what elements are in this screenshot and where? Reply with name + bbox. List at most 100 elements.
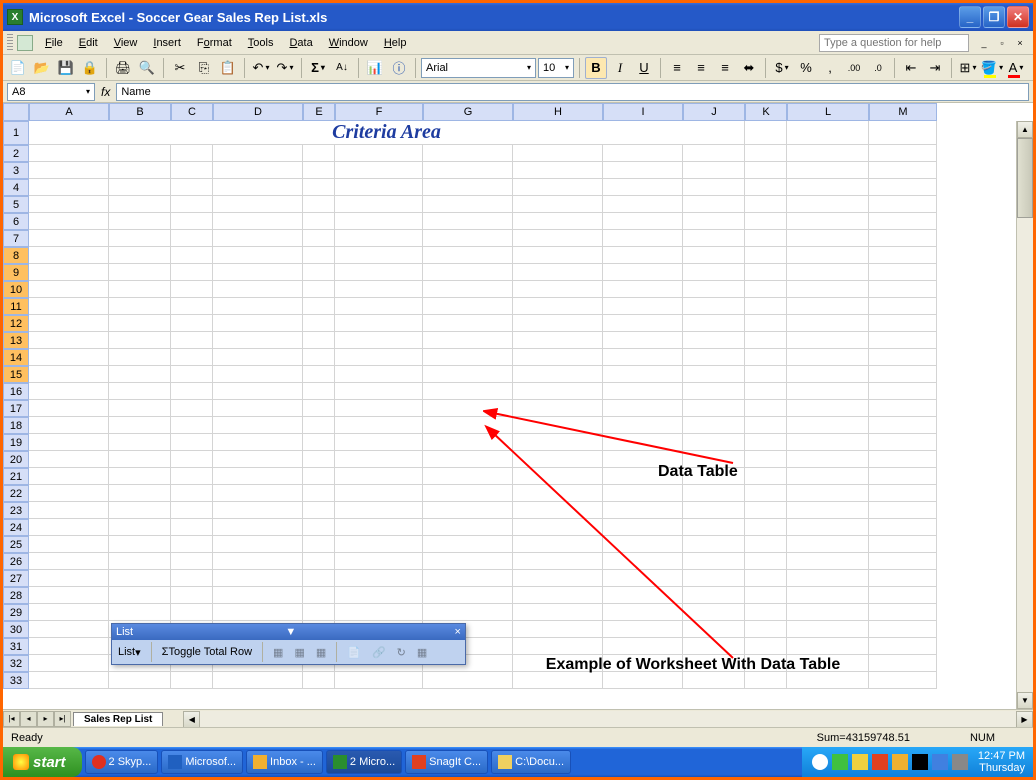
windows-taskbar: start 2 Skyp... Microsof... Inbox - ... … <box>3 747 1033 777</box>
toolbar-grip[interactable] <box>7 34 13 52</box>
permission-button[interactable]: 🔒 <box>79 57 101 79</box>
menu-help[interactable]: Help <box>376 34 415 52</box>
list-btn5: 🔗 <box>368 644 390 661</box>
scroll-down-button[interactable]: ▼ <box>1017 692 1033 709</box>
status-num: NUM <box>970 732 995 744</box>
tray-icon[interactable] <box>872 754 888 770</box>
list-menu-button[interactable]: List ▾ <box>114 644 145 661</box>
fill-color-button[interactable]: 🪣▾ <box>981 57 1003 79</box>
font-size-selector[interactable]: 10▾ <box>538 58 574 78</box>
undo-button[interactable]: ↶▾ <box>250 57 272 79</box>
menu-insert[interactable]: Insert <box>145 34 189 52</box>
taskbar-item[interactable]: C:\Docu... <box>491 750 571 774</box>
print-button[interactable]: 🖨 <box>112 57 134 79</box>
menu-view[interactable]: View <box>106 34 146 52</box>
align-right-button[interactable]: ≡ <box>714 57 736 79</box>
autosum-button[interactable]: Σ▾ <box>307 57 329 79</box>
close-button[interactable]: ✕ <box>1007 6 1029 28</box>
tab-first-button[interactable]: |◂ <box>3 711 20 727</box>
chart-button[interactable]: 📊 <box>364 57 386 79</box>
system-tray[interactable]: 12:47 PMThursday <box>802 747 1033 777</box>
sheet-tab[interactable]: Sales Rep List <box>73 712 163 726</box>
copy-button[interactable]: ⎘ <box>193 57 215 79</box>
tray-icon[interactable] <box>912 754 928 770</box>
doc-close-button[interactable]: × <box>1012 36 1028 50</box>
minimize-button[interactable]: _ <box>959 6 981 28</box>
restore-button[interactable]: ❐ <box>983 6 1005 28</box>
menu-data[interactable]: Data <box>281 34 320 52</box>
help-search-input[interactable] <box>819 34 969 52</box>
scroll-left-button[interactable]: ◀ <box>183 711 200 728</box>
doc-minimize-button[interactable]: _ <box>976 36 992 50</box>
list-toolbar-title: List <box>116 626 133 638</box>
open-button[interactable]: 📂 <box>31 57 53 79</box>
scroll-thumb[interactable] <box>1017 138 1033 218</box>
borders-button[interactable]: ⊞▾ <box>957 57 979 79</box>
toggle-total-row-button[interactable]: Σ Toggle Total Row <box>158 644 256 660</box>
tray-icon[interactable] <box>812 754 828 770</box>
font-color-button[interactable]: A▾ <box>1005 57 1027 79</box>
list-btn2: ▦ <box>290 644 308 661</box>
menu-edit[interactable]: Edit <box>71 34 106 52</box>
tab-last-button[interactable]: ▸| <box>54 711 71 727</box>
sort-asc-button[interactable]: A↓ <box>331 57 353 79</box>
save-icon[interactable] <box>17 35 33 51</box>
percent-button[interactable]: % <box>795 57 817 79</box>
taskbar-item[interactable]: Inbox - ... <box>246 750 323 774</box>
list-toolbar-close[interactable]: × <box>455 626 461 638</box>
decrease-indent-button[interactable]: ⇤ <box>900 57 922 79</box>
start-button[interactable]: start <box>3 747 82 777</box>
menu-format[interactable]: Format <box>189 34 240 52</box>
spreadsheet-grid[interactable]: ABCDEFGHIJKLM1Criteria Area2345678910111… <box>3 103 1033 709</box>
bold-button[interactable]: B <box>585 57 607 79</box>
menu-file[interactable]: File <box>37 34 71 52</box>
help-button[interactable]: ⓘ <box>388 57 410 79</box>
decrease-decimal-button[interactable]: .0 <box>867 57 889 79</box>
new-button[interactable]: 📄 <box>7 57 29 79</box>
status-sum: Sum=43159748.51 <box>817 732 910 744</box>
merge-center-button[interactable]: ⬌ <box>738 57 760 79</box>
scroll-right-button[interactable]: ▶ <box>1016 711 1033 728</box>
list-btn3: ▦ <box>312 644 330 661</box>
print-preview-button[interactable]: 🔍 <box>136 57 158 79</box>
currency-button[interactable]: $▾ <box>771 57 793 79</box>
font-selector[interactable]: Arial▾ <box>421 58 536 78</box>
menu-window[interactable]: Window <box>321 34 376 52</box>
align-left-button[interactable]: ≡ <box>666 57 688 79</box>
tray-icon[interactable] <box>952 754 968 770</box>
tab-next-button[interactable]: ▸ <box>37 711 54 727</box>
tab-prev-button[interactable]: ◂ <box>20 711 37 727</box>
tray-icon[interactable] <box>892 754 908 770</box>
doc-restore-button[interactable]: ▫ <box>994 36 1010 50</box>
vertical-scrollbar[interactable]: ▲ ▼ <box>1016 121 1033 709</box>
comma-button[interactable]: , <box>819 57 841 79</box>
tray-icon[interactable] <box>932 754 948 770</box>
italic-button[interactable]: I <box>609 57 631 79</box>
save-button[interactable]: 💾 <box>55 57 77 79</box>
window-title: Microsoft Excel - Soccer Gear Sales Rep … <box>29 10 327 25</box>
taskbar-item[interactable]: 2 Micro... <box>326 750 402 774</box>
menu-bar: File Edit View Insert Format Tools Data … <box>3 31 1033 55</box>
increase-indent-button[interactable]: ⇥ <box>924 57 946 79</box>
list-toolbar[interactable]: List▼× List ▾ Σ Toggle Total Row ▦ ▦ ▦ 📄… <box>111 623 466 665</box>
horizontal-scrollbar[interactable]: ◀ ▶ <box>183 711 1033 727</box>
align-center-button[interactable]: ≡ <box>690 57 712 79</box>
tray-icon[interactable] <box>852 754 868 770</box>
increase-decimal-button[interactable]: .00 <box>843 57 865 79</box>
scroll-up-button[interactable]: ▲ <box>1017 121 1033 138</box>
underline-button[interactable]: U <box>633 57 655 79</box>
status-bar: Ready Sum=43159748.51 NUM <box>3 727 1033 747</box>
clock[interactable]: 12:47 PMThursday <box>978 750 1025 774</box>
taskbar-item[interactable]: 2 Skyp... <box>85 750 159 774</box>
fx-button[interactable]: fx <box>101 85 110 99</box>
name-box[interactable]: A8▾ <box>7 83 95 101</box>
taskbar-item[interactable]: Microsof... <box>161 750 243 774</box>
redo-button[interactable]: ↷▾ <box>274 57 296 79</box>
formula-bar[interactable]: Name <box>116 83 1029 101</box>
menu-tools[interactable]: Tools <box>240 34 282 52</box>
cut-button[interactable]: ✂ <box>169 57 191 79</box>
list-btn6: ↻ <box>393 644 410 661</box>
taskbar-item[interactable]: SnagIt C... <box>405 750 488 774</box>
paste-button[interactable]: 📋 <box>217 57 239 79</box>
tray-icon[interactable] <box>832 754 848 770</box>
